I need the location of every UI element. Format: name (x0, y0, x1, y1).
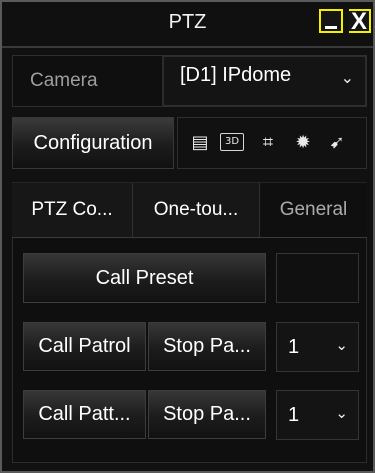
chevron-down-icon: ⌄ (335, 405, 348, 422)
camera-select-value: [D1] IPdome (180, 64, 292, 86)
pattern-select-value: 1 (288, 404, 300, 426)
configuration-row: Configuration ▤ 3D ⌗ ✹ ➹ (12, 117, 367, 171)
chevron-down-icon: ⌄ (340, 70, 354, 87)
title-bar: PTZ X (2, 2, 373, 48)
ptz-window: PTZ X Camera [D1] IPdome ⌄ Configuration… (0, 0, 375, 473)
minimize-button[interactable] (319, 9, 343, 33)
configuration-button[interactable]: Configuration (12, 117, 174, 169)
patrol-select-value: 1 (288, 336, 300, 358)
ptz-tabs: PTZ Co... One-tou... General (12, 182, 367, 238)
pattern-select[interactable]: 1 ⌄ (276, 390, 359, 440)
patrol-select[interactable]: 1 ⌄ (276, 322, 359, 372)
close-button[interactable]: X (349, 8, 371, 35)
ptz-mode-icon-strip: ▤ 3D ⌗ ✹ ➹ (177, 117, 367, 169)
minimize-icon (325, 26, 337, 29)
call-pattern-button[interactable]: Call Patt... (23, 390, 146, 439)
list-icon[interactable]: ▤ (188, 131, 212, 155)
camera-select[interactable]: [D1] IPdome ⌄ (163, 56, 366, 106)
tab-general[interactable]: General (260, 183, 367, 237)
camera-label: Camera (13, 56, 163, 106)
ptz-control-panel: Call Preset Call Patrol Stop Pa... 1 ⌄ C… (12, 238, 367, 463)
preset-number-field[interactable] (276, 253, 359, 303)
wiper-icon[interactable]: ➹ (325, 131, 349, 155)
close-icon: X (351, 8, 368, 35)
call-preset-button[interactable]: Call Preset (23, 253, 266, 303)
stop-pattern-button[interactable]: Stop Pa... (148, 390, 266, 439)
window-title: PTZ (168, 11, 207, 33)
stop-patrol-button[interactable]: Stop Pa... (148, 322, 266, 371)
tab-one-touch[interactable]: One-tou... (133, 183, 260, 237)
camera-row: Camera [D1] IPdome ⌄ (12, 55, 367, 107)
light-icon[interactable]: ✹ (291, 131, 315, 155)
3d-icon[interactable]: 3D (220, 133, 244, 151)
tab-ptz-control[interactable]: PTZ Co... (12, 183, 133, 237)
call-patrol-button[interactable]: Call Patrol (23, 322, 146, 371)
zoom-frame-icon[interactable]: ⌗ (256, 131, 280, 155)
chevron-down-icon: ⌄ (335, 337, 348, 354)
